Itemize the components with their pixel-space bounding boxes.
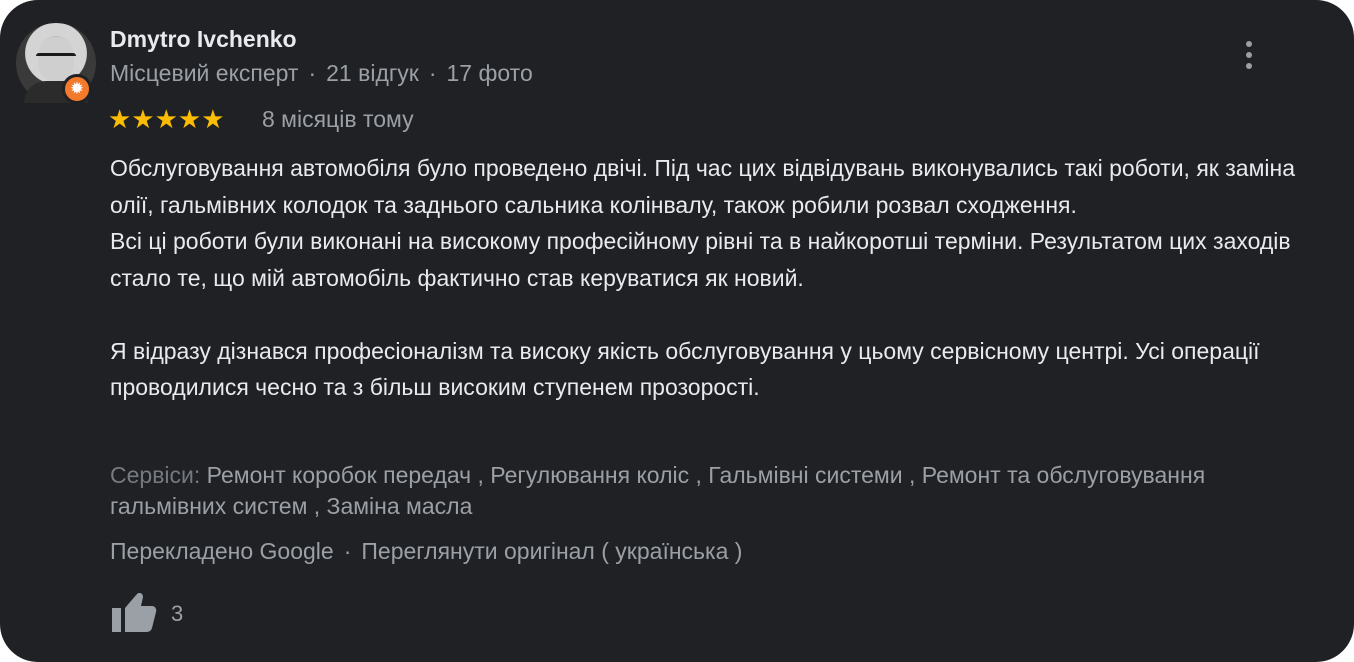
translation-info: Перекладено Google · Переглянути оригінал … xyxy=(110,538,742,565)
more-dot xyxy=(1246,52,1252,58)
like-count: 3 xyxy=(171,601,184,626)
translation-separator: · xyxy=(343,538,352,564)
local-guide-badge-icon: ✹ xyxy=(62,74,92,104)
review-paragraph: Всі ці роботи були виконані на високому … xyxy=(110,228,1291,291)
review-text: Обслуговування автомобіля було проведено… xyxy=(110,150,1310,406)
more-vert-icon[interactable] xyxy=(1237,38,1261,74)
review-paragraph: Я відразу дізнався професіоналізм та вис… xyxy=(110,337,1260,401)
services-items: Ремонт коробок передач , Регулювання кол… xyxy=(110,462,1206,519)
review-time: 8 місяців тому xyxy=(262,106,414,132)
services-list: Сервіси: Ремонт коробок передач , Регулю… xyxy=(110,460,1270,522)
reviewer-meta[interactable]: Місцевий експерт · 21 відгук · 17 фото xyxy=(110,60,533,87)
thumbs-up-icon[interactable] xyxy=(110,590,158,634)
review-paragraph: Обслуговування автомобіля було проведено… xyxy=(110,155,1295,218)
more-dot xyxy=(1246,63,1252,69)
star-rating: ★★★★★ xyxy=(108,104,225,134)
translated-by-google: Перекладено Google xyxy=(110,538,334,564)
more-dot xyxy=(1246,41,1252,47)
avatar-glasses xyxy=(36,53,76,66)
reviewer-review-count: 21 відгук xyxy=(326,60,419,86)
services-label: Сервіси: xyxy=(110,462,201,488)
reviewer-role: Місцевий експерт xyxy=(110,60,299,86)
meta-separator: · xyxy=(428,60,437,86)
thumbs-up-svg xyxy=(112,593,157,632)
reviewer-name[interactable]: Dmytro Ivchenko xyxy=(110,26,297,53)
reviewer-photo-count: 17 фото xyxy=(446,60,533,86)
view-original-link[interactable]: Переглянути оригінал ( українська ) xyxy=(361,538,742,564)
meta-separator: · xyxy=(308,60,317,86)
review-card: ✹ Dmytro Ivchenko Місцевий експерт · 21 ві… xyxy=(0,0,1354,662)
